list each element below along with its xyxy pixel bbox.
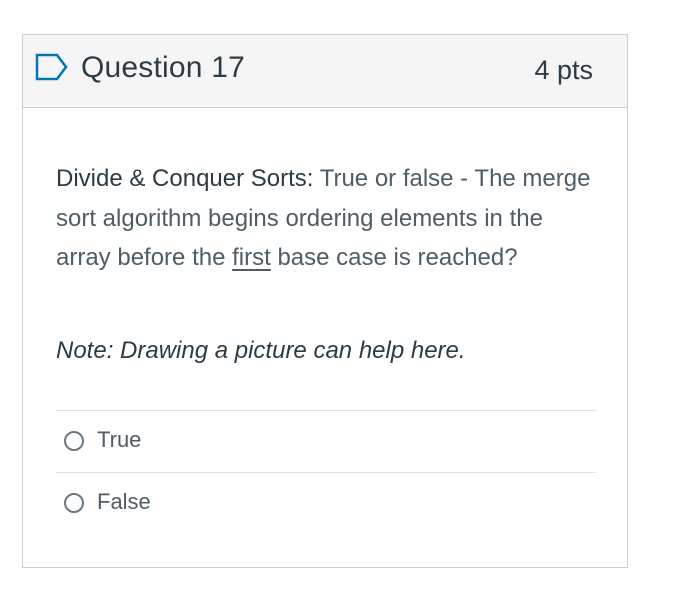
question-title: Question 17 — [81, 51, 245, 84]
answer-label: False — [97, 489, 151, 514]
question-text: Divide & Conquer Sorts: True or false - … — [56, 159, 596, 278]
question-note: Note: Drawing a picture can help here. — [56, 337, 466, 364]
question-lead: Divide & Conquer Sorts: — [56, 165, 314, 192]
radio-button[interactable] — [64, 493, 84, 513]
question-header: Question 17 4 pts — [23, 35, 627, 108]
answer-option-true[interactable]: True — [56, 411, 596, 473]
question-stem-end: base case is reached? — [270, 244, 518, 271]
answer-label: True — [97, 427, 142, 452]
question-points: 4 pts — [534, 55, 593, 85]
question-card: Question 17 4 pts Divide & Conquer Sorts… — [22, 34, 628, 568]
question-underlined-word: first — [232, 244, 271, 271]
flag-icon[interactable] — [35, 53, 69, 81]
answer-list: True False — [56, 410, 596, 534]
answer-option-false[interactable]: False — [56, 473, 596, 534]
radio-button[interactable] — [64, 431, 84, 451]
